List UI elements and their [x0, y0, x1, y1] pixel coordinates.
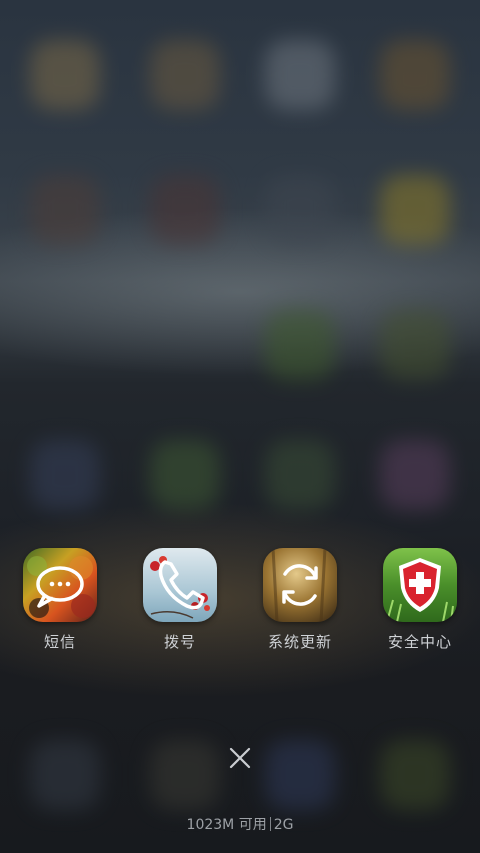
blurred-app-icon — [265, 740, 335, 810]
memory-total: 2G — [273, 817, 294, 833]
memory-status: 1023M 可用 2G — [0, 815, 480, 835]
blurred-app-icon — [265, 310, 335, 380]
blurred-app-icon — [30, 440, 100, 510]
blurred-app-icon — [265, 40, 335, 110]
app-messages[interactable]: 短信 — [12, 548, 108, 652]
refresh-icon[interactable] — [263, 548, 337, 622]
app-system-update[interactable]: 系统更新 — [252, 548, 348, 652]
blurred-app-icon — [150, 440, 220, 510]
blurred-app-icon — [265, 440, 335, 510]
blurred-app-icon — [380, 440, 450, 510]
app-security-center[interactable]: 安全中心 — [372, 548, 468, 652]
blurred-app-icon — [150, 40, 220, 110]
blurred-app-icon — [380, 175, 450, 245]
close-all-button[interactable] — [220, 738, 260, 778]
blurred-home-screen-background — [0, 0, 480, 853]
blurred-app-icon — [150, 740, 220, 810]
blurred-app-icon — [150, 175, 220, 245]
blurred-app-icon — [30, 740, 100, 810]
recent-apps-row: 短信 拨号 系统更新 安全中心 — [0, 548, 480, 658]
message-bubble-icon[interactable] — [23, 548, 97, 622]
blurred-app-icon — [30, 40, 100, 110]
app-label: 系统更新 — [267, 633, 332, 651]
blurred-app-icon — [380, 740, 450, 810]
app-label: 拨号 — [163, 633, 196, 651]
memory-available: 1023M 可用 — [186, 817, 267, 833]
app-dialer[interactable]: 拨号 — [132, 548, 228, 652]
blurred-app-icon — [380, 40, 450, 110]
blurred-app-icon — [380, 310, 450, 380]
close-icon[interactable] — [220, 738, 260, 778]
blurred-app-icon — [265, 175, 335, 245]
blurred-app-icon — [30, 175, 100, 245]
shield-plus-icon[interactable] — [383, 548, 457, 622]
memory-separator — [269, 817, 271, 831]
app-label: 短信 — [43, 633, 76, 651]
phone-handset-icon[interactable] — [143, 548, 217, 622]
app-label: 安全中心 — [387, 633, 452, 651]
